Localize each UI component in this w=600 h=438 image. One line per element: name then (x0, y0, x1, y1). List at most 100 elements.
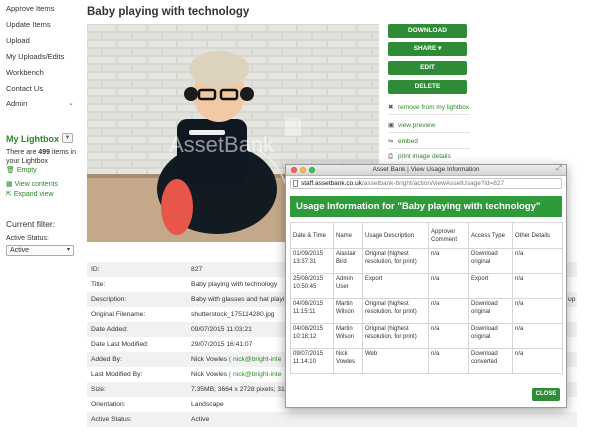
column-header: Usage Description (362, 222, 429, 249)
embed-label: embed (398, 138, 418, 145)
share-button[interactable]: SHARE ▾ (388, 42, 467, 56)
divider (388, 114, 470, 115)
nav-update-items[interactable]: Update Items (6, 20, 51, 29)
column-header: Date & Time (290, 222, 334, 249)
download-button[interactable]: DOWNLOAD (388, 24, 467, 38)
table-cell: n/a (428, 273, 469, 299)
table-cell: n/a (512, 248, 563, 274)
table-row: 01/09/2015 13:37:31 Alastair Bird Origin… (290, 248, 563, 274)
detail-value: Baby with glasses and hat playi (191, 296, 285, 303)
table-cell: Export (468, 273, 513, 299)
window-titlebar[interactable]: Asset Bank | View Usage Information ⤢ (286, 165, 566, 176)
table-cell: n/a (512, 273, 563, 299)
detail-label: Date Last Modified: (91, 341, 149, 348)
delete-button[interactable]: DELETE (388, 80, 467, 94)
page-title: Baby playing with technology (87, 6, 250, 18)
embed-icon: ⇋ (388, 138, 394, 145)
detail-label: Date Added: (91, 326, 128, 333)
table-row: 09/07/2015 11:14:10 Nick Vowles Web n/a … (290, 348, 563, 374)
usage-table: Date & Time Name Usage Description Appro… (290, 222, 563, 374)
chevron-down-icon: ▾ (66, 247, 70, 253)
modified-by-email-link[interactable]: ( nick@bright-inte (229, 371, 282, 378)
column-header: Other Details (512, 222, 563, 249)
chevron-down-icon: ▾ (438, 45, 442, 52)
embed-link[interactable]: ⇋ embed (388, 137, 418, 145)
column-header: Name (333, 222, 363, 249)
table-row: 04/08/2015 11:15:11 Martin Wilson Origin… (290, 298, 563, 324)
url-bar[interactable]: staff.assetbank.co.uk/assetbank-bright/a… (290, 178, 562, 189)
active-status-label: Active Status: (6, 235, 49, 242)
chevron-down-icon[interactable]: ⌄ (68, 99, 74, 107)
detail-label: Title: (91, 281, 106, 288)
detail-value: 7.35MB; 3664 x 2728 pixels; 31 (191, 386, 285, 393)
added-by-email-link[interactable]: ( nick@bright-inte (229, 356, 282, 363)
view-contents-label: View contents (14, 181, 59, 188)
detail-value: Landscape (191, 401, 224, 408)
resize-icon[interactable]: ⤢ (556, 165, 562, 173)
table-cell: 25/08/2015 10:50:45 (290, 273, 334, 299)
detail-value: Baby playing with technology (191, 281, 278, 288)
view-preview-label: view preview (398, 122, 436, 129)
table-cell: Original (highest resolution, for print) (362, 323, 429, 349)
table-cell: Original (highest resolution, for print) (362, 298, 429, 324)
printer-icon: ⎙ (388, 153, 394, 160)
table-cell: n/a (512, 298, 563, 324)
detail-value: Nick Vowles ( nick@bright-inte (191, 371, 281, 378)
nav-upload[interactable]: Upload (6, 36, 30, 45)
page-icon (293, 180, 298, 187)
table-cell: n/a (512, 348, 563, 374)
remove-icon: ✖ (388, 104, 394, 111)
table-cell: 04/08/2015 10:18:12 (290, 323, 334, 349)
close-button[interactable]: CLOSE (532, 388, 560, 401)
divider (388, 148, 470, 149)
table-cell: Download original (468, 298, 513, 324)
modified-by-name: Nick Vowles (191, 371, 228, 378)
nav-contact-us[interactable]: Contact Us (6, 84, 43, 93)
nav-approve-items[interactable]: Approve Items (6, 4, 54, 13)
url-path: /assetbank-bright/action/viewAssetUsage?… (361, 180, 505, 187)
detail-row: Active Status: Active (87, 412, 577, 427)
lightbox-count-prefix: There are (6, 149, 39, 156)
active-status-select[interactable]: Active ▾ (6, 245, 74, 256)
table-cell: n/a (512, 323, 563, 349)
trash-icon: 🗑 (6, 167, 15, 174)
view-contents-link[interactable]: ▦ View contents (6, 180, 58, 188)
remove-lightbox-link[interactable]: ✖ remove from my lightbox (388, 103, 469, 111)
detail-label: ID: (91, 266, 100, 273)
share-label: SHARE (413, 45, 437, 52)
window-title: Asset Bank | View Usage Information (372, 166, 480, 173)
table-cell: 09/07/2015 11:14:10 (290, 348, 334, 374)
detail-value: 29/07/2015 16:41:07 (191, 341, 253, 348)
table-cell: Web (362, 348, 429, 374)
usage-heading: Usage Information for "Baby playing with… (290, 196, 562, 217)
url-host: staff.assetbank.co.uk (301, 180, 362, 187)
expand-icon: ⇱ (6, 191, 12, 198)
table-row: 25/08/2015 10:50:45 Admin User Export n/… (290, 273, 563, 299)
lightbox-empty-link[interactable]: 🗑 Empty (6, 166, 37, 174)
description-overflow-text: up (568, 296, 576, 303)
edit-button[interactable]: EDIT (388, 61, 467, 75)
print-details-link[interactable]: ⎙ print image details (388, 153, 451, 161)
nav-workbench[interactable]: Workbench (6, 68, 44, 77)
lightbox-menu-button[interactable]: ▼ (62, 133, 73, 143)
nav-my-uploads[interactable]: My Uploads/Edits (6, 52, 64, 61)
sidebar: Approve Items Update Items Upload My Upl… (0, 0, 78, 438)
table-row: 04/08/2015 10:18:12 Martin Wilson Origin… (290, 323, 563, 349)
detail-label: Description: (91, 296, 127, 303)
lightbox-count: 499 (38, 149, 50, 156)
table-cell: Download converted (468, 348, 513, 374)
detail-label: Orientation: (91, 401, 126, 408)
detail-value: 827 (191, 266, 203, 273)
table-cell: Original (highest resolution, for print) (362, 248, 429, 274)
added-by-name: Nick Vowles (191, 356, 228, 363)
nav-admin[interactable]: Admin (6, 99, 27, 108)
watermark-text: AssetBank (169, 132, 275, 157)
lightbox-empty-label: Empty (16, 167, 37, 174)
detail-label: Last Modified By: (91, 371, 143, 378)
table-cell: Download original (468, 248, 513, 274)
expand-view-link[interactable]: ⇱ Expand view (6, 190, 54, 198)
table-cell: Download original (468, 323, 513, 349)
lightbox-count-text: There are 499 items in your Lightbox (6, 148, 78, 166)
detail-label: Size: (91, 386, 106, 393)
view-preview-link[interactable]: ▣ view preview (388, 121, 435, 129)
